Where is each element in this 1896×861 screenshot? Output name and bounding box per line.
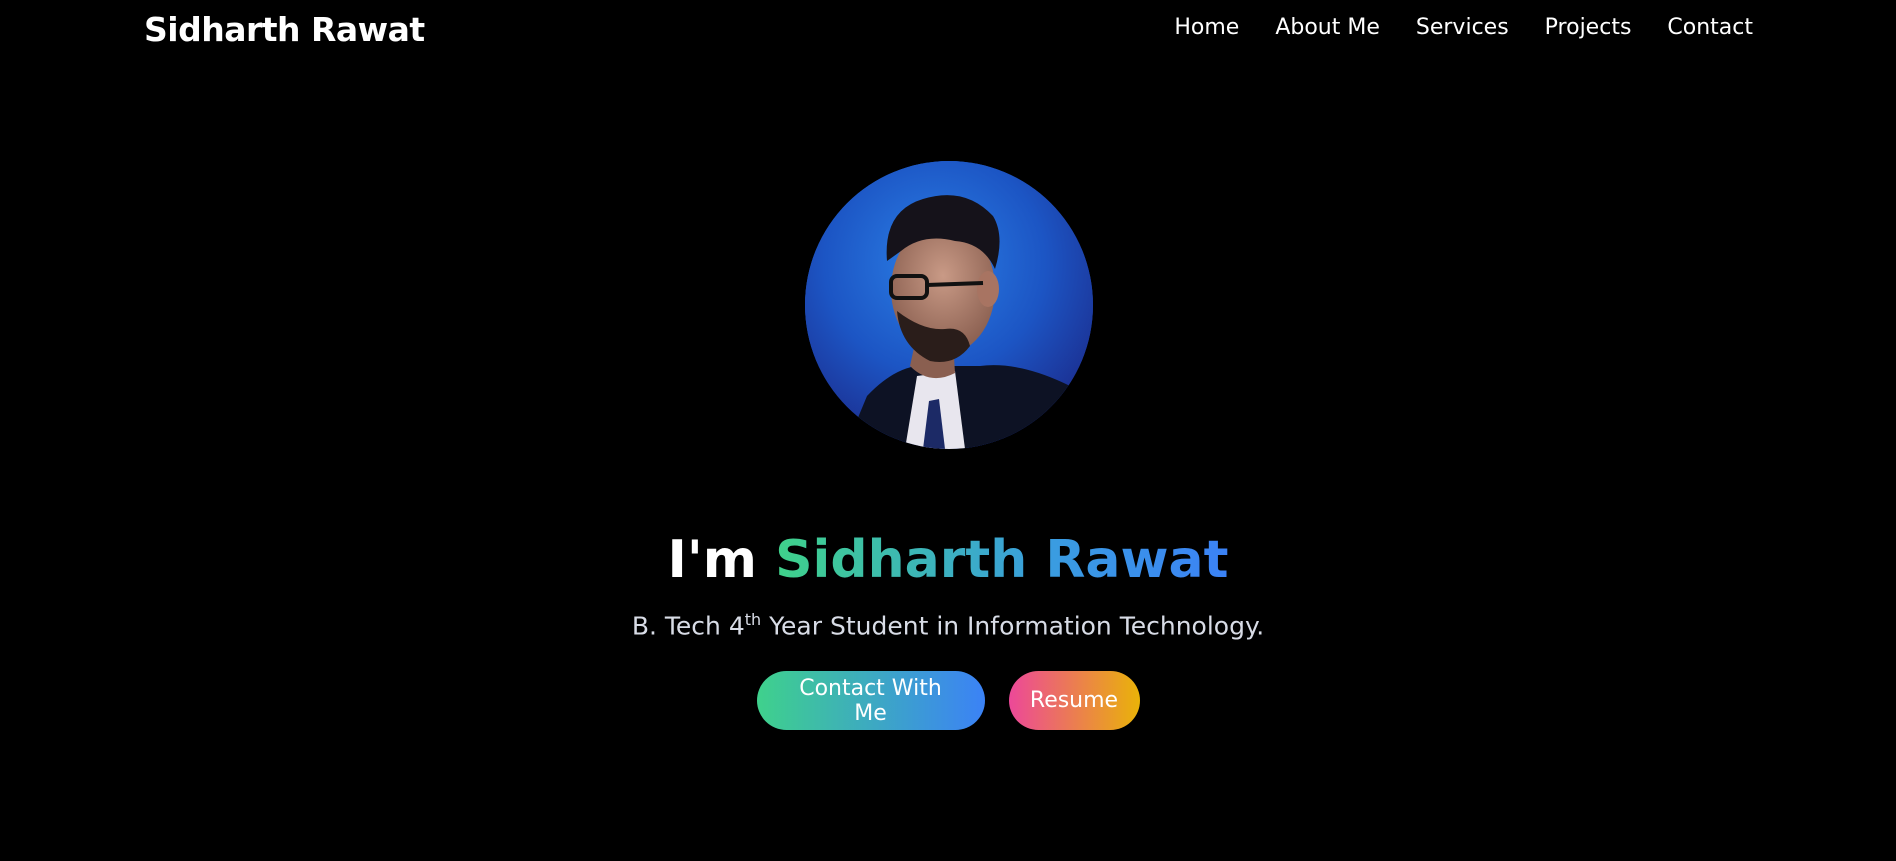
headline-prefix: I'm [667, 529, 757, 590]
contact-with-me-button[interactable]: Contact With Me [756, 671, 985, 730]
subtitle-description: Year Student in Information Technology. [761, 611, 1265, 641]
profile-photo [805, 161, 1093, 449]
resume-button[interactable]: Resume [1008, 671, 1140, 730]
subtitle-degree: B. Tech 4 [631, 611, 745, 641]
subtitle-ordinal-suffix: th [744, 610, 762, 629]
hero-headline: I'm Sidharth Rawat [0, 530, 1896, 590]
headline-name: Sidharth Rawat [775, 529, 1229, 590]
hero-subtitle: B. Tech 4th Year Student in Information … [0, 610, 1896, 640]
hero-actions: Contact With Me Resume [0, 671, 1896, 730]
hero-section: I'm Sidharth Rawat B. Tech 4th Year Stud… [0, 0, 1896, 861]
